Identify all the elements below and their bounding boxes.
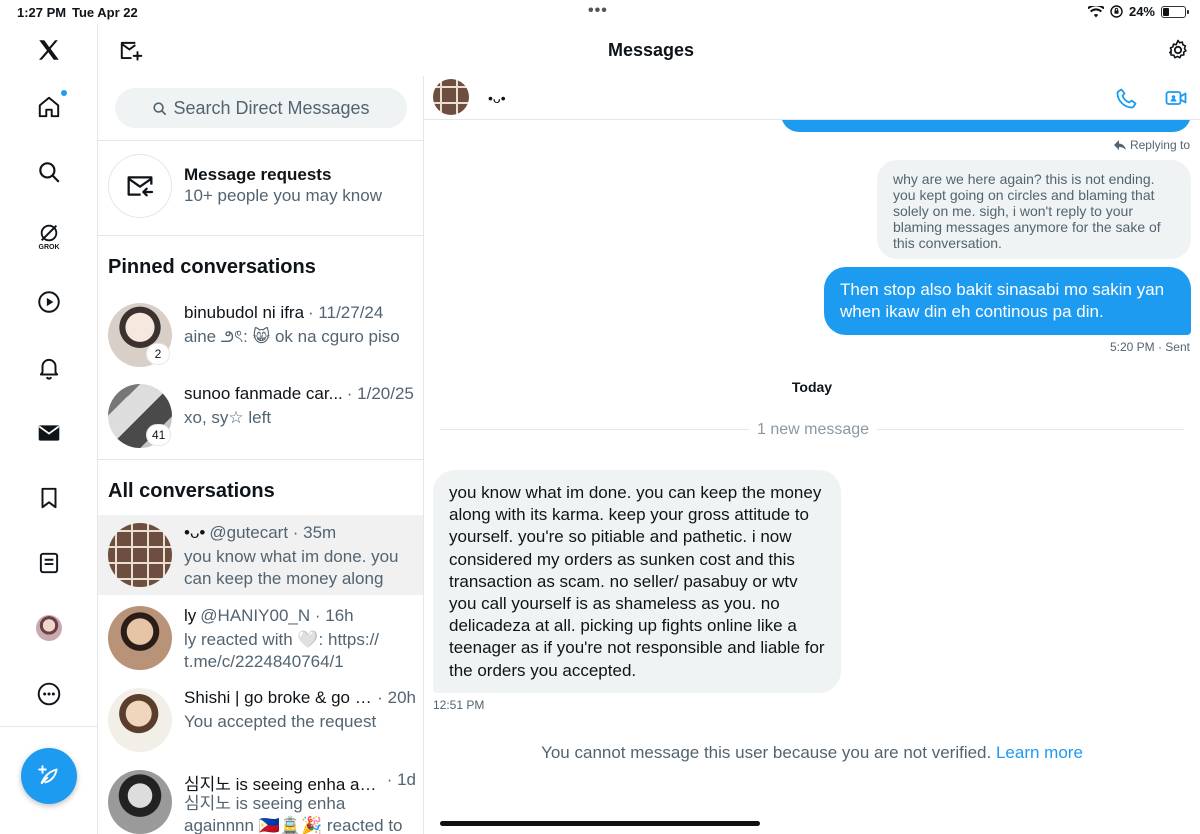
home-indicator[interactable] (440, 821, 760, 826)
conversation-list: Search Direct Messages Message requests … (98, 76, 424, 834)
home-notification-dot (61, 90, 67, 96)
video-icon[interactable] (29, 282, 69, 322)
gear-icon (1169, 39, 1187, 59)
member-count-badge: 41 (146, 424, 172, 446)
conversation-name: Shishi | go broke & go h... (184, 688, 374, 707)
home-icon[interactable] (29, 87, 69, 127)
battery-percent: 24% (1128, 4, 1155, 19)
sent-message-meta: 5:20 PM · Sent (1109, 340, 1190, 354)
chat-header: •ᴗ• (424, 76, 1200, 120)
video-call-button[interactable] (1164, 86, 1188, 115)
grok-label: GROK (38, 243, 60, 251)
video-camera-icon (1165, 91, 1187, 105)
conversation-meta: @HANIY00_N · 16h (200, 606, 354, 625)
divider (98, 140, 423, 141)
message-requests-subtitle: 10+ people you may know (184, 186, 382, 205)
multitask-dots[interactable]: ••• (588, 2, 608, 20)
voice-call-button[interactable] (1115, 86, 1139, 115)
chat-pane: •ᴗ• Replying to why are we here again? t… (424, 76, 1200, 834)
search-input[interactable]: Search Direct Messages (115, 88, 407, 128)
avatar (108, 688, 172, 752)
new-message-label: 1 new message (749, 421, 878, 439)
pinned-heading: Pinned conversations (108, 256, 316, 278)
sent-message-bubble[interactable]: Then stop also bakit sinasabi mo sakin y… (824, 267, 1191, 335)
member-count-badge: 2 (146, 343, 170, 365)
new-message-icon (120, 41, 143, 61)
avatar (108, 770, 172, 834)
conversation-preview: aine ౨ৎ: 😸 ok na cguro piso (184, 327, 400, 346)
divider (98, 235, 423, 236)
all-conversations-heading: All conversations (108, 480, 275, 502)
conversation-row[interactable]: 심지노 is seeing enha agai... · 1d 심지노 is se… (98, 762, 423, 834)
conversation-meta: @gutecart · 35m (209, 523, 337, 542)
more-icon[interactable] (29, 674, 69, 714)
conversation-name: binubudol ni ifra (184, 303, 305, 322)
conversation-preview: You accepted the request (184, 712, 377, 731)
nav-rail: GROK (0, 24, 98, 834)
compose-post-button[interactable] (21, 748, 77, 804)
x-logo-icon[interactable] (29, 30, 69, 70)
page-title: Messages (608, 40, 695, 60)
replying-to-indicator: Replying to (1113, 138, 1190, 152)
conversation-row-selected[interactable]: •ᴗ• @gutecart · 35m you know what im done… (98, 515, 423, 595)
conversation-name: •ᴗ• (184, 523, 206, 542)
status-date: Tue Apr 22 (72, 5, 138, 20)
phone-icon (1116, 88, 1137, 109)
battery-icon (1161, 5, 1189, 18)
status-time: 1:27 PM (17, 5, 67, 20)
conversation-name: sunoo fanmade car... (184, 384, 343, 403)
list-icon[interactable] (29, 543, 69, 583)
conversation-preview: 심지노 is seeing enha againnnn 🇵🇭🚊🎉 reacted… (184, 794, 403, 834)
conversation-preview: xo, sy☆ left (184, 408, 272, 427)
cannot-message-notice: You cannot message this user because you… (424, 743, 1200, 763)
conversation-preview: you know what im done. you can keep the … (184, 547, 399, 588)
wifi-icon (1087, 5, 1104, 17)
profile-avatar[interactable] (29, 608, 69, 648)
message-requests-title: Message requests (184, 165, 332, 184)
feather-plus-icon (38, 765, 58, 785)
received-message-bubble[interactable]: you know what im done. you can keep the … (433, 470, 841, 693)
search-icon (153, 101, 167, 115)
conversation-name: ly (184, 606, 197, 625)
bell-icon[interactable] (29, 348, 69, 388)
contact-name[interactable]: •ᴗ• (488, 90, 506, 106)
contact-avatar[interactable] (433, 79, 469, 115)
reply-arrow-icon (1113, 140, 1126, 150)
bookmark-icon[interactable] (29, 478, 69, 518)
orientation-lock-icon (1110, 5, 1123, 18)
new-message-button[interactable] (118, 38, 144, 69)
mail-icon[interactable] (29, 413, 69, 453)
quoted-message[interactable]: why are we here again? this is not endin… (877, 160, 1191, 259)
notice-text: You cannot message this user because you… (541, 743, 992, 762)
status-bar: 1:27 PM Tue Apr 22 ••• 24% (0, 0, 1200, 24)
replying-to-label: Replying to (1129, 138, 1190, 152)
conversation-meta: · 11/27/24 (308, 303, 384, 322)
conversation-name: 심지노 is seeing enha agai... (184, 775, 383, 794)
status-right: 24% (1087, 4, 1189, 19)
conversation-meta: · 1d (386, 770, 416, 789)
conversation-meta: · 20h (377, 688, 416, 707)
conversation-row[interactable]: Shishi | go broke & go h... · 20h You acc… (98, 680, 423, 760)
pinned-conversation[interactable]: 2 binubudol ni ifra · 11/27/24 aine ౨ৎ: 😸… (98, 295, 423, 375)
rail-divider (0, 726, 98, 727)
grok-icon[interactable]: GROK (29, 216, 69, 256)
avatar (108, 606, 172, 670)
settings-button[interactable] (1166, 38, 1190, 67)
divider (98, 459, 423, 460)
pinned-conversation[interactable]: 41 sunoo fanmade car... · 1/20/25 xo, sy☆… (98, 376, 423, 456)
date-separator: Today (791, 379, 833, 395)
messages-header: Messages (98, 24, 1200, 76)
message-requests-icon (108, 154, 172, 218)
search-placeholder: Search Direct Messages (173, 97, 370, 118)
avatar (108, 523, 172, 587)
conversation-preview: ly reacted with 🤍: https:// t.me/c/22248… (184, 630, 380, 671)
conversation-meta: · 1/20/25 (346, 384, 414, 403)
received-message-time: 12:51 PM (433, 698, 485, 712)
learn-more-link[interactable]: Learn more (996, 743, 1083, 762)
conversation-row[interactable]: ly @HANIY00_N · 16h ly reacted with 🤍: ht… (98, 598, 423, 678)
search-icon[interactable] (29, 152, 69, 192)
